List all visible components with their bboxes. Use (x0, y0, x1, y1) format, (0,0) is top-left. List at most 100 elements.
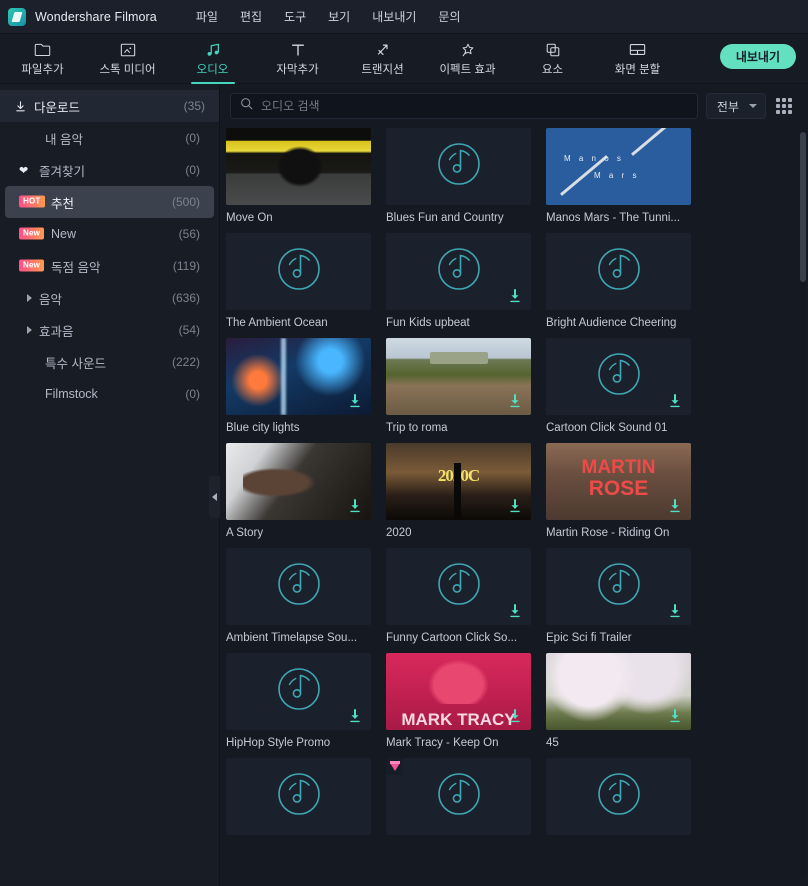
audio-card[interactable] (386, 758, 546, 842)
sidebar-collapse-handle[interactable] (209, 476, 220, 518)
toolbar-tab-0[interactable]: 파일추가 (0, 34, 85, 84)
audio-thumbnail[interactable]: M a n o s M a r s (546, 128, 691, 205)
toolbar-tab-7[interactable]: 화면 분할 (595, 34, 680, 84)
download-arrow-icon[interactable] (347, 498, 363, 514)
toolbar-tab-3[interactable]: 자막추가 (255, 34, 340, 84)
download-arrow-icon[interactable] (347, 708, 363, 724)
audio-thumbnail[interactable] (226, 653, 371, 730)
audio-thumbnail[interactable]: 2020C (386, 443, 531, 520)
audio-card[interactable]: Move On (226, 128, 386, 224)
toolbar-tab-2[interactable]: 오디오 (170, 34, 255, 84)
download-arrow-icon[interactable] (507, 708, 523, 724)
audio-card-title: Manos Mars - The Tunni... (546, 212, 681, 224)
toolbar-tab-label: 요소 (541, 64, 564, 76)
sidebar-item-7[interactable]: 효과음 (54) (5, 314, 214, 346)
audio-content-panel: 전부 Move On Blues Fun and Country M a n o s… (220, 84, 808, 886)
audio-card[interactable]: Bright Audience Cheering (546, 233, 706, 329)
audio-thumbnail[interactable] (546, 653, 691, 730)
download-arrow-icon[interactable] (667, 498, 683, 514)
audio-card-title: Blue city lights (226, 422, 300, 434)
filter-dropdown[interactable]: 전부 (705, 93, 766, 119)
folder-icon (34, 41, 51, 58)
download-arrow-icon[interactable] (667, 603, 683, 619)
sidebar-item-label: 다운로드 (34, 100, 81, 115)
audio-thumbnail[interactable] (546, 758, 691, 835)
audio-card[interactable] (226, 758, 386, 842)
audio-card[interactable]: A Story (226, 443, 386, 539)
sidebar-item-count: (35) (183, 99, 205, 113)
audio-card[interactable]: 2020C 2020 (386, 443, 546, 539)
search-input[interactable] (261, 99, 688, 113)
audio-thumbnail[interactable] (226, 443, 371, 520)
audio-thumbnail[interactable] (226, 338, 371, 415)
audio-thumbnail[interactable] (386, 233, 531, 310)
toolbar-tab-5[interactable]: 이펙트 효과 (425, 34, 510, 84)
effects-icon (460, 41, 476, 58)
menu-item-4[interactable]: 내보내기 (361, 4, 427, 29)
audio-card[interactable]: 45 (546, 653, 706, 749)
menu-item-0[interactable]: 파일 (185, 4, 229, 29)
audio-thumbnail[interactable] (226, 233, 371, 310)
audio-card-title: HipHop Style Promo (226, 737, 331, 749)
export-button[interactable]: 내보내기 (719, 44, 796, 69)
sidebar-item-6[interactable]: 음악 (636) (5, 282, 214, 314)
audio-card[interactable]: Epic Sci fi Trailer (546, 548, 706, 644)
menu-item-3[interactable]: 보기 (317, 4, 361, 29)
sidebar-item-8[interactable]: 특수 사운드 (222) (5, 346, 214, 378)
download-arrow-icon[interactable] (667, 708, 683, 724)
audio-thumbnail[interactable] (386, 758, 531, 835)
audio-card[interactable]: Funny Cartoon Click So... (386, 548, 546, 644)
toolbar-tab-1[interactable]: 스톡 미디어 (85, 34, 170, 84)
audio-thumbnail[interactable] (386, 548, 531, 625)
download-arrow-icon[interactable] (507, 393, 523, 409)
sidebar-item-5[interactable]: New 독점 음악 (119) (5, 250, 214, 282)
audio-card[interactable]: Fun Kids upbeat (386, 233, 546, 329)
toolbar-tab-6[interactable]: 요소 (510, 34, 595, 84)
sidebar: 다운로드 (35) 내 음악 (0) ❤ 즐겨찾기 (0) HOT 추천 (500) New New (… (0, 84, 220, 886)
menu-item-1[interactable]: 편집 (229, 4, 273, 29)
sidebar-item-0[interactable]: 다운로드 (35) (0, 90, 219, 122)
audio-thumbnail[interactable]: MARTIN ROSE (546, 443, 691, 520)
sidebar-item-2[interactable]: ❤ 즐겨찾기 (0) (5, 154, 214, 186)
audio-thumbnail[interactable] (226, 758, 371, 835)
sidebar-item-4[interactable]: New New (56) (5, 218, 214, 250)
download-arrow-icon[interactable] (507, 498, 523, 514)
audio-card[interactable] (546, 758, 706, 842)
app-title: Wondershare Filmora (35, 9, 157, 24)
download-arrow-icon[interactable] (507, 288, 523, 304)
sidebar-item-1[interactable]: 내 음악 (0) (5, 122, 214, 154)
audio-thumbnail[interactable] (226, 548, 371, 625)
audio-card[interactable]: MARTIN ROSE Martin Rose - Riding On (546, 443, 706, 539)
audio-card[interactable]: Ambient Timelapse Sou... (226, 548, 386, 644)
toolbar-tab-4[interactable]: 트랜지션 (340, 34, 425, 84)
grid-view-icon[interactable] (774, 96, 794, 116)
audio-thumbnail[interactable] (386, 128, 531, 205)
menu-item-2[interactable]: 도구 (273, 4, 317, 29)
audio-thumbnail[interactable] (546, 548, 691, 625)
audio-card[interactable]: HipHop Style Promo (226, 653, 386, 749)
audio-card[interactable]: MARK TRACY Mark Tracy - Keep On (386, 653, 546, 749)
music-disc-icon (593, 558, 645, 615)
audio-thumbnail[interactable]: MARK TRACY (386, 653, 531, 730)
sidebar-item-9[interactable]: Filmstock (0) (5, 378, 214, 410)
audio-card[interactable]: The Ambient Ocean (226, 233, 386, 329)
download-arrow-icon[interactable] (667, 393, 683, 409)
menu-item-5[interactable]: 문의 (427, 4, 471, 29)
download-arrow-icon[interactable] (347, 393, 363, 409)
audio-card[interactable]: Cartoon Click Sound 01 (546, 338, 706, 434)
audio-card[interactable]: Blue city lights (226, 338, 386, 434)
audio-thumbnail[interactable] (546, 338, 691, 415)
search-box[interactable] (230, 93, 698, 119)
audio-card[interactable]: Trip to roma (386, 338, 546, 434)
sidebar-item-3[interactable]: HOT 추천 (500) (5, 186, 214, 218)
music-disc-icon (593, 768, 645, 825)
audio-card[interactable]: Blues Fun and Country (386, 128, 546, 224)
audio-card[interactable]: M a n o s M a r s Manos Mars - The Tunni..… (546, 128, 706, 224)
audio-thumbnail[interactable] (386, 338, 531, 415)
audio-grid-scroll: Move On Blues Fun and Country M a n o sM a… (220, 128, 808, 886)
audio-thumbnail[interactable] (546, 233, 691, 310)
audio-card-title: Blues Fun and Country (386, 212, 504, 224)
audio-thumbnail[interactable] (226, 128, 371, 205)
scrollbar-thumb[interactable] (800, 132, 806, 282)
download-arrow-icon[interactable] (507, 603, 523, 619)
